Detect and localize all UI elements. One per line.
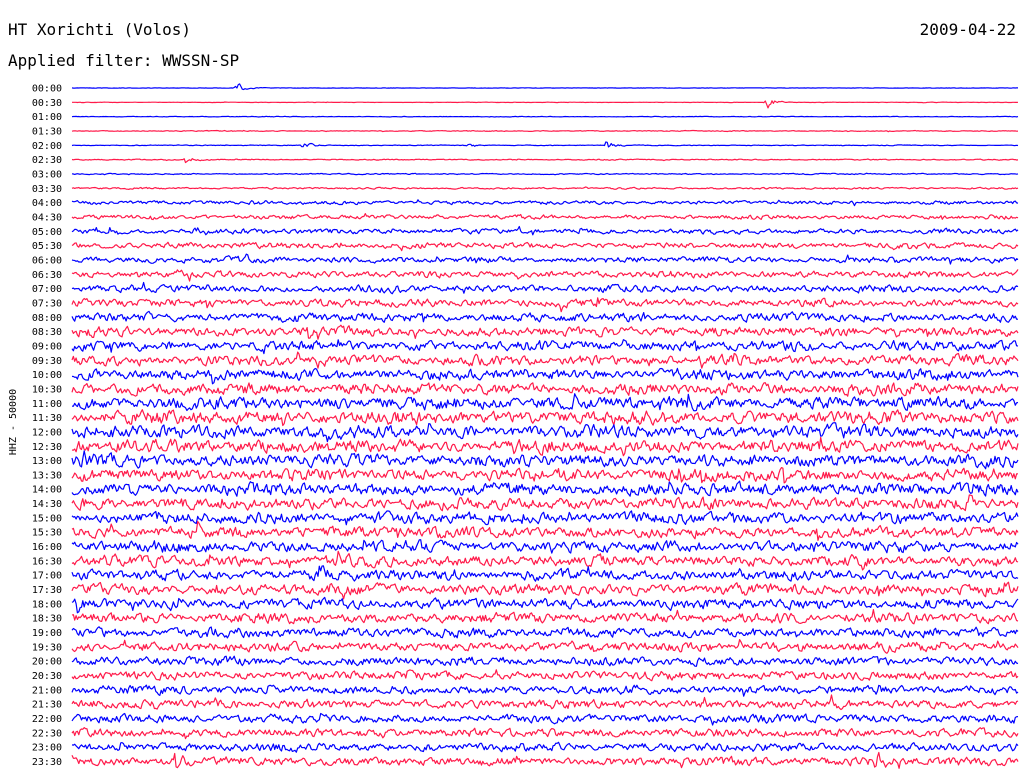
time-label: 18:00 [32,599,62,610]
time-label: 23:00 [32,743,62,754]
time-label: 15:30 [32,528,62,539]
time-label: 17:00 [32,571,62,582]
channel-label: HHZ - 50000 [8,389,19,455]
time-label: 22:30 [32,728,62,739]
time-label: 19:30 [32,642,62,653]
time-label: 06:00 [32,255,62,266]
time-label: 00:30 [32,98,62,109]
time-label: 13:00 [32,456,62,467]
time-label: 20:30 [32,671,62,682]
seismogram-chart: HT Xorichti (Volos) 2009-04-22 Applied f… [0,0,1024,780]
time-label: 06:30 [32,270,62,281]
time-label: 13:30 [32,470,62,481]
time-label: 04:00 [32,198,62,209]
time-label: 12:00 [32,427,62,438]
station-title: HT Xorichti (Volos) [8,20,191,39]
time-label: 21:00 [32,685,62,696]
filter-label: Applied filter: WWSSN-SP [8,51,239,70]
time-label: 09:00 [32,341,62,352]
time-label: 16:00 [32,542,62,553]
time-label: 07:30 [32,298,62,309]
time-label: 10:00 [32,370,62,381]
time-label: 19:00 [32,628,62,639]
time-label: 00:00 [32,84,62,95]
time-label: 05:00 [32,227,62,238]
time-label: 08:30 [32,327,62,338]
time-label: 16:30 [32,556,62,567]
time-label: 01:30 [32,126,62,137]
time-label: 08:00 [32,313,62,324]
time-label: 03:00 [32,169,62,180]
time-label: 23:30 [32,757,62,768]
time-label: 02:00 [32,141,62,152]
time-label: 22:00 [32,714,62,725]
seismic-trace [71,115,1019,118]
time-label: 04:30 [32,212,62,223]
time-label: 11:30 [32,413,62,424]
time-label: 14:30 [32,499,62,510]
time-label: 09:30 [32,356,62,367]
time-label: 20:00 [32,657,62,668]
time-label: 12:30 [32,442,62,453]
time-label: 18:30 [32,614,62,625]
time-label: 11:00 [32,399,62,410]
time-label: 07:00 [32,284,62,295]
time-label: 10:30 [32,384,62,395]
time-label: 03:30 [32,184,62,195]
time-label: 02:30 [32,155,62,166]
time-label: 21:30 [32,700,62,711]
time-label: 01:00 [32,112,62,123]
time-label: 15:00 [32,513,62,524]
time-label: 14:00 [32,485,62,496]
time-label: 17:30 [32,585,62,596]
record-date: 2009-04-22 [920,20,1016,39]
time-label: 05:30 [32,241,62,252]
